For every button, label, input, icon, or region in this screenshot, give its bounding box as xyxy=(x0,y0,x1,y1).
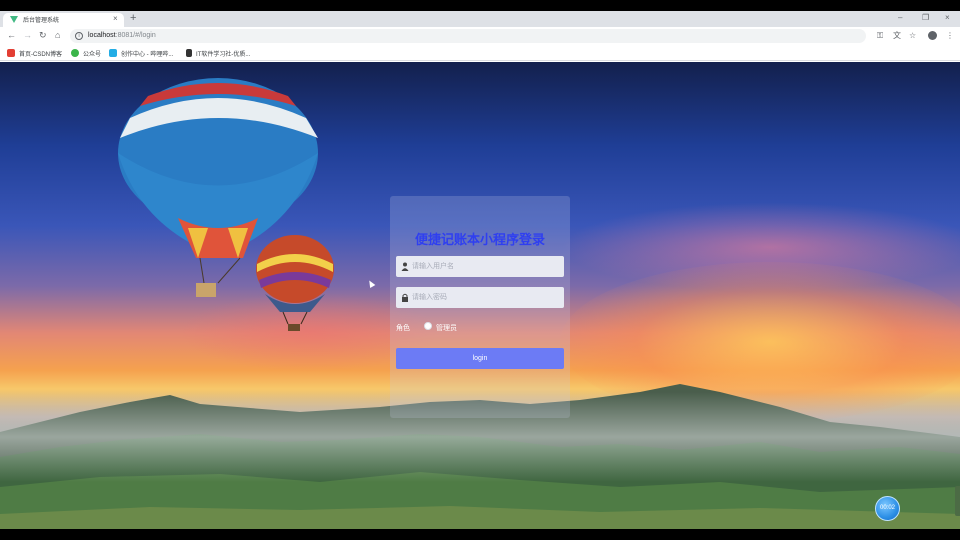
browser-toolbar: ← → ↻ ⌂ i localhost:8081/#/login ⚿ 文 ☆ ⋮ xyxy=(0,27,960,45)
url-text: localhost:8081/#/login xyxy=(88,32,156,39)
bookmark-wechat[interactable]: 公众号 xyxy=(71,48,101,58)
username-field[interactable] xyxy=(396,256,564,277)
user-icon xyxy=(401,262,409,271)
username-input[interactable] xyxy=(412,259,558,274)
it-icon xyxy=(186,49,192,57)
forward-icon[interactable]: → xyxy=(23,30,32,41)
bookmarks-bar: 首页-CSDN博客 公众号 创作中心 - 哔哩哔... IT软件学习社-优质..… xyxy=(0,45,960,61)
tab-strip: 后台管理系统 × + – ❐ × xyxy=(0,11,960,27)
wechat-icon xyxy=(71,49,79,57)
password-input[interactable] xyxy=(412,290,558,305)
recording-timer-badge[interactable]: 00:02 xyxy=(875,496,900,521)
browser-window: 后台管理系统 × + – ❐ × ← → ↻ ⌂ i localhost:808… xyxy=(0,11,960,529)
bilibili-icon xyxy=(109,49,117,57)
role-radio-admin[interactable] xyxy=(424,322,432,330)
login-form: 便捷记账本小程序登录 角色 管理员 login xyxy=(390,196,570,418)
vue-logo-icon xyxy=(10,16,18,23)
csdn-icon xyxy=(7,49,15,57)
tab-close-icon[interactable]: × xyxy=(113,14,118,24)
key-icon[interactable]: ⚿ xyxy=(877,31,883,41)
translate-icon[interactable]: 文 xyxy=(893,31,901,41)
bookmark-label: 公众号 xyxy=(83,51,102,58)
close-window-button[interactable]: × xyxy=(945,13,950,23)
home-icon[interactable]: ⌂ xyxy=(55,30,60,41)
site-info-icon[interactable]: i xyxy=(75,32,83,40)
address-bar[interactable]: i localhost:8081/#/login xyxy=(70,29,866,43)
browser-tab[interactable]: 后台管理系统 × xyxy=(3,13,124,27)
restore-button[interactable]: ❐ xyxy=(922,13,929,23)
side-panel-tab[interactable] xyxy=(955,486,960,516)
role-label: 角色 xyxy=(396,325,410,332)
profile-icon[interactable] xyxy=(928,31,937,40)
bookmark-csdn[interactable]: 首页-CSDN博客 xyxy=(7,48,62,58)
login-title: 便捷记账本小程序登录 xyxy=(414,232,545,247)
password-field[interactable] xyxy=(396,287,564,308)
role-option-label[interactable]: 管理员 xyxy=(436,323,457,333)
reload-icon[interactable]: ↻ xyxy=(39,30,47,41)
hot-air-balloon-small xyxy=(256,235,334,331)
back-icon[interactable]: ← xyxy=(7,30,16,41)
login-page-background: 便捷记账本小程序登录 角色 管理员 login 00:02 xyxy=(0,62,960,529)
new-tab-button[interactable]: + xyxy=(130,12,136,25)
bookmark-label: 首页-CSDN博客 xyxy=(19,51,62,58)
lock-icon xyxy=(402,293,408,302)
bookmark-it[interactable]: IT软件学习社-优质... xyxy=(186,48,250,58)
bookmark-bilibili[interactable]: 创作中心 - 哔哩哔... xyxy=(109,48,173,58)
star-icon[interactable]: ☆ xyxy=(909,31,916,41)
menu-dots-icon[interactable]: ⋮ xyxy=(946,31,954,41)
tab-title: 后台管理系统 xyxy=(23,18,60,24)
minimize-button[interactable]: – xyxy=(898,13,902,23)
bookmark-label: 创作中心 - 哔哩哔... xyxy=(121,51,174,58)
login-button[interactable]: login xyxy=(396,348,564,369)
bookmark-label: IT软件学习社-优质... xyxy=(196,51,251,58)
